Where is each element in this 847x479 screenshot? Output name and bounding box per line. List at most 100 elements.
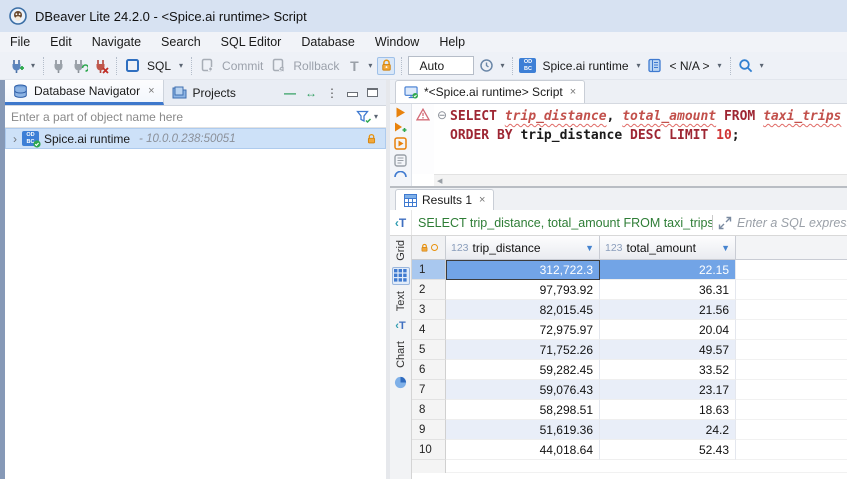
- new-connection-caret-icon[interactable]: ▾: [31, 61, 35, 70]
- grid-cell[interactable]: 72,975.97: [446, 320, 600, 340]
- link-with-editor-icon[interactable]: ↔: [305, 86, 317, 100]
- grid-cell[interactable]: 18.63: [600, 400, 736, 420]
- grid-corner-cell[interactable]: [412, 236, 446, 260]
- row-number[interactable]: 9: [412, 420, 446, 440]
- transaction-log-caret-icon[interactable]: ▾: [500, 61, 504, 70]
- disconnect-icon[interactable]: [92, 57, 110, 75]
- auto-commit-combo[interactable]: Auto: [408, 56, 474, 75]
- grid-cell[interactable]: 97,793.92: [446, 280, 600, 300]
- reconnect-icon[interactable]: [71, 57, 89, 75]
- active-connection-selector[interactable]: Spice.ai runtime: [542, 59, 628, 73]
- editor-hscrollbar[interactable]: ◀: [434, 174, 847, 186]
- warning-icon[interactable]: [416, 108, 430, 121]
- grid-cell[interactable]: 51,619.36: [446, 420, 600, 440]
- tab-grid-label[interactable]: Grid: [395, 240, 407, 261]
- menu-help[interactable]: Help: [439, 35, 465, 49]
- column-header-trip-distance[interactable]: 123 trip_distance ▼: [446, 236, 600, 260]
- sort-desc-icon[interactable]: ▼: [715, 243, 730, 253]
- sql-editor-icon[interactable]: [123, 57, 141, 75]
- view-menu-icon[interactable]: ⋮: [326, 86, 338, 100]
- menu-window[interactable]: Window: [375, 35, 419, 49]
- connection-caret-icon[interactable]: ▾: [637, 61, 641, 70]
- minimize-icon[interactable]: [347, 92, 358, 97]
- filter-funnel-icon[interactable]: [356, 110, 372, 124]
- execute-script-icon[interactable]: [394, 137, 407, 150]
- maximize-icon[interactable]: [367, 88, 378, 97]
- row-number[interactable]: 1: [412, 260, 446, 280]
- transaction-caret-icon[interactable]: ▾: [368, 61, 372, 70]
- sql-editor-label[interactable]: SQL: [147, 59, 171, 73]
- grid-cell[interactable]: 49.57: [600, 340, 736, 360]
- grid-cell[interactable]: 59,076.43: [446, 380, 600, 400]
- row-number[interactable]: 2: [412, 280, 446, 300]
- scroll-left-icon[interactable]: ◀: [434, 177, 442, 185]
- tab-projects[interactable]: Projects: [164, 80, 244, 105]
- active-schema-selector[interactable]: < N/A >: [670, 59, 710, 73]
- catalog-icon[interactable]: [646, 57, 664, 75]
- rollback-button[interactable]: Rollback: [293, 59, 339, 73]
- explain-plan-icon[interactable]: [394, 171, 407, 178]
- menu-file[interactable]: File: [10, 35, 30, 49]
- fold-collapse-icon[interactable]: ⊖: [437, 108, 447, 122]
- schema-caret-icon[interactable]: ▾: [718, 61, 722, 70]
- table-row[interactable]: 472,975.9720.04: [412, 320, 847, 340]
- sort-desc-icon[interactable]: ▼: [579, 243, 594, 253]
- table-row[interactable]: 571,752.2649.57: [412, 340, 847, 360]
- execute-statement-icon[interactable]: [395, 107, 406, 118]
- search-icon[interactable]: [737, 57, 755, 75]
- tab-grid[interactable]: [392, 267, 410, 285]
- rollback-icon[interactable]: [269, 57, 287, 75]
- grid-cell[interactable]: 23.17: [600, 380, 736, 400]
- commit-icon[interactable]: [198, 57, 216, 75]
- table-row[interactable]: 297,793.9236.31: [412, 280, 847, 300]
- grid-cell[interactable]: 21.56: [600, 300, 736, 320]
- tab-script-editor[interactable]: *<Spice.ai runtime> Script ×: [395, 80, 585, 103]
- table-row[interactable]: 382,015.4521.56: [412, 300, 847, 320]
- expand-chevron-icon[interactable]: ›: [13, 132, 17, 146]
- connection-tree-item[interactable]: › ODBC Spice.ai runtime - 10.0.0.238:500…: [5, 128, 386, 149]
- menu-search[interactable]: Search: [161, 35, 201, 49]
- sql-editor-caret-icon[interactable]: ▾: [179, 61, 183, 70]
- tab-chart[interactable]: [392, 374, 410, 392]
- sql-code[interactable]: SELECT trip_distance, total_amount FROM …: [450, 104, 847, 174]
- expand-filter-icon[interactable]: [718, 216, 732, 230]
- row-number[interactable]: 4: [412, 320, 446, 340]
- filter-expression-placeholder[interactable]: Enter a SQL expression to: [737, 216, 847, 230]
- grid-cell[interactable]: 58,298.51: [446, 400, 600, 420]
- transaction-log-icon[interactable]: [477, 57, 495, 75]
- connection-lock-icon[interactable]: [377, 57, 395, 75]
- menu-navigate[interactable]: Navigate: [92, 35, 141, 49]
- close-icon[interactable]: ×: [479, 194, 485, 206]
- grid-cell[interactable]: 52.43: [600, 440, 736, 460]
- column-header-total-amount[interactable]: 123 total_amount ▼: [600, 236, 736, 260]
- connect-icon[interactable]: [50, 57, 68, 75]
- table-row[interactable]: 659,282.4533.52: [412, 360, 847, 380]
- row-number[interactable]: 10: [412, 440, 446, 460]
- tab-text[interactable]: ‹T: [392, 317, 410, 335]
- grid-cell[interactable]: 82,015.45: [446, 300, 600, 320]
- new-connection-icon[interactable]: [8, 57, 26, 75]
- grid-cell[interactable]: 20.04: [600, 320, 736, 340]
- row-number[interactable]: 8: [412, 400, 446, 420]
- grid-cell[interactable]: 33.52: [600, 360, 736, 380]
- table-row[interactable]: 1044,018.6452.43: [412, 440, 847, 460]
- grid-cell[interactable]: 44,018.64: [446, 440, 600, 460]
- commit-button[interactable]: Commit: [222, 59, 263, 73]
- grid-cell[interactable]: 24.2: [600, 420, 736, 440]
- grid-cell[interactable]: 59,282.45: [446, 360, 600, 380]
- menu-edit[interactable]: Edit: [50, 35, 72, 49]
- grid-cell[interactable]: 22.15: [600, 260, 736, 280]
- row-number[interactable]: 5: [412, 340, 446, 360]
- filter-caret-icon[interactable]: ▾: [374, 112, 378, 121]
- menu-sql-editor[interactable]: SQL Editor: [221, 35, 282, 49]
- row-number[interactable]: 6: [412, 360, 446, 380]
- table-row[interactable]: 1312,722.322.15: [412, 260, 847, 280]
- close-icon[interactable]: ×: [148, 85, 154, 97]
- grid-cell[interactable]: 312,722.3: [446, 260, 600, 280]
- table-row[interactable]: 858,298.5118.63: [412, 400, 847, 420]
- grid-cell[interactable]: 71,752.26: [446, 340, 600, 360]
- table-row[interactable]: 951,619.3624.2: [412, 420, 847, 440]
- execute-new-tab-icon[interactable]: [394, 122, 407, 133]
- tab-chart-label[interactable]: Chart: [395, 341, 407, 368]
- close-icon[interactable]: ×: [570, 86, 576, 98]
